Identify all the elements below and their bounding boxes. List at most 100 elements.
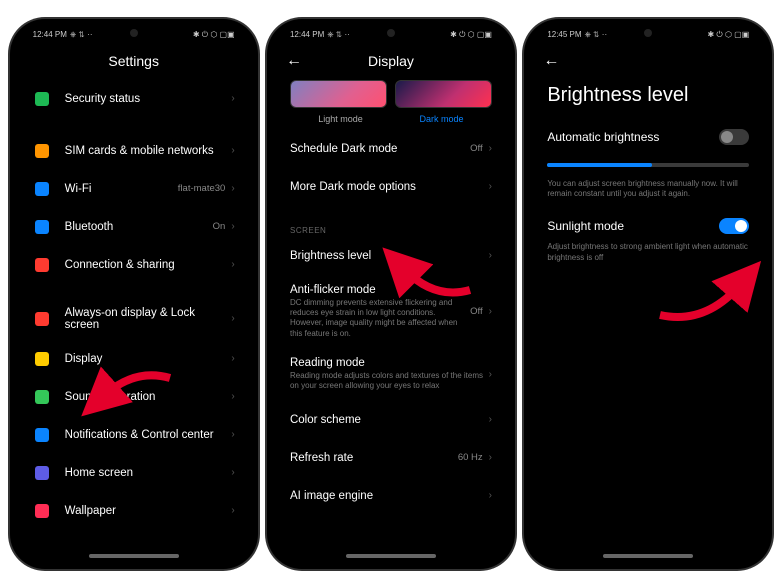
row-label: More Dark mode options <box>290 181 489 193</box>
row-label: Reading mode <box>290 357 489 369</box>
shield-icon <box>33 90 51 108</box>
phone-settings: 12:44 PM⎈ ⇅ ·· ✱ ⏻ ⬡ ▢▣ Settings Securit… <box>10 19 258 569</box>
settings-row-security-status[interactable]: Security status› <box>21 80 247 118</box>
row-label: Security status <box>65 93 232 105</box>
row-desc: DC dimming prevents extensive flickering… <box>290 298 470 340</box>
page-title: Display <box>272 53 510 69</box>
chevron-right-icon: › <box>489 181 492 192</box>
row-label: Schedule Dark mode <box>290 143 470 155</box>
status-left-icons: ⎈ ⇅ ·· <box>70 30 93 40</box>
row-label: SIM cards & mobile networks <box>65 145 232 157</box>
chevron-right-icon: › <box>489 143 492 154</box>
bluetooth-icon <box>33 218 51 236</box>
settings-row-sim-cards-mobile-networks[interactable]: SIM cards & mobile networks› <box>21 132 247 170</box>
chevron-right-icon: › <box>489 490 492 501</box>
display-row-color-scheme[interactable]: Color scheme› <box>278 401 504 439</box>
link-icon <box>33 256 51 274</box>
chevron-right-icon: › <box>231 313 234 324</box>
nav-bar[interactable] <box>603 554 693 558</box>
brightness-slider[interactable] <box>547 163 749 167</box>
phone-brightness: 12:45 PM ⎈ ⇅ ·· ✱ ⏻ ⬡ ▢▣ ← Brightness lev… <box>524 19 772 569</box>
settings-row-wallpaper[interactable]: Wallpaper› <box>21 492 247 530</box>
home-icon <box>33 464 51 482</box>
display-row-more-dark-mode-options[interactable]: More Dark mode options› <box>278 168 504 206</box>
brightness-fill <box>547 163 652 167</box>
status-right-icons: ✱ ⏻ ⬡ ▢▣ <box>708 30 750 40</box>
auto-brightness-label: Automatic brightness <box>547 130 659 144</box>
clock: 12:44 PM <box>33 30 67 39</box>
row-desc: Reading mode adjusts colors and textures… <box>290 371 489 392</box>
settings-row-always-on-display-lock-screen[interactable]: Always-on display & Lock screen› <box>21 298 247 340</box>
sunlight-mode-row[interactable]: Sunlight mode <box>529 210 767 242</box>
row-label: Wallpaper <box>65 505 232 517</box>
chevron-right-icon: › <box>231 353 234 364</box>
row-value: Off <box>470 143 483 154</box>
chevron-right-icon: › <box>489 452 492 463</box>
page-title: Settings <box>15 53 253 69</box>
chevron-right-icon: › <box>231 221 234 232</box>
dark-mode-label[interactable]: Dark mode <box>391 114 492 124</box>
camera-notch <box>387 29 395 37</box>
wifi-icon <box>33 180 51 198</box>
sim-icon <box>33 142 51 160</box>
chevron-right-icon: › <box>231 183 234 194</box>
settings-list[interactable]: Security status›SIM cards & mobile netwo… <box>15 80 253 554</box>
chevron-right-icon: › <box>489 369 492 380</box>
display-row-anti-flicker-mode[interactable]: Anti-flicker modeDC dimming prevents ext… <box>278 275 504 349</box>
row-label: Connection & sharing <box>65 259 232 271</box>
chevron-right-icon: › <box>231 429 234 440</box>
row-label: Wi-Fi <box>65 183 178 195</box>
brightness-caption: You can adjust screen brightness manuall… <box>529 179 767 211</box>
header: Settings <box>15 46 253 80</box>
settings-row-connection-sharing[interactable]: Connection & sharing› <box>21 246 247 284</box>
back-button[interactable]: ← <box>286 52 302 70</box>
display-content[interactable]: Light mode Dark mode Schedule Dark modeO… <box>272 80 510 554</box>
sound-icon <box>33 388 51 406</box>
chevron-right-icon: › <box>231 467 234 478</box>
settings-row-display[interactable]: Display› <box>21 340 247 378</box>
page-title: Brightness level <box>529 80 767 121</box>
chevron-right-icon: › <box>231 93 234 104</box>
nav-bar[interactable] <box>89 554 179 558</box>
theme-thumbs <box>278 80 504 112</box>
settings-row-sound-vibration[interactable]: Sound & vibration› <box>21 378 247 416</box>
row-value: flat-mate30 <box>178 183 226 194</box>
dark-mode-thumb[interactable] <box>395 80 492 108</box>
light-mode-label[interactable]: Light mode <box>290 114 391 124</box>
row-label: Refresh rate <box>290 452 458 464</box>
status-left-icons: ⎈ ⇅ ·· <box>585 30 608 40</box>
row-label: Always-on display & Lock screen <box>65 307 232 331</box>
settings-row-bluetooth[interactable]: BluetoothOn› <box>21 208 247 246</box>
chevron-right-icon: › <box>231 145 234 156</box>
sunlight-caption: Adjust brightness to strong ambient ligh… <box>529 242 767 274</box>
header: ← <box>529 46 767 80</box>
light-mode-thumb[interactable] <box>290 80 387 108</box>
row-value: 60 Hz <box>458 452 483 463</box>
back-button[interactable]: ← <box>543 52 559 70</box>
settings-row-wi-fi[interactable]: Wi-Fiflat-mate30 › <box>21 170 247 208</box>
settings-row-home-screen[interactable]: Home screen› <box>21 454 247 492</box>
wallpaper-icon <box>33 502 51 520</box>
row-label: AI image engine <box>290 490 489 502</box>
row-label: Display <box>65 353 232 365</box>
sunlight-mode-label: Sunlight mode <box>547 219 624 233</box>
section-screen: Screen <box>278 220 504 237</box>
settings-row-notifications-control-center[interactable]: Notifications & Control center› <box>21 416 247 454</box>
display-row-ai-image-engine[interactable]: AI image engine› <box>278 477 504 515</box>
camera-notch <box>130 29 138 37</box>
chevron-right-icon: › <box>231 391 234 402</box>
display-row-reading-mode[interactable]: Reading mode Reading mode adjusts colors … <box>278 348 504 401</box>
row-value: On <box>213 221 226 232</box>
display-row-schedule-dark-mode[interactable]: Schedule Dark modeOff › <box>278 130 504 168</box>
sun-icon <box>33 350 51 368</box>
sunlight-mode-toggle[interactable] <box>719 218 749 234</box>
auto-brightness-toggle[interactable] <box>719 129 749 145</box>
notif-icon <box>33 426 51 444</box>
row-label: Home screen <box>65 467 232 479</box>
display-row-brightness-level[interactable]: Brightness level› <box>278 237 504 275</box>
auto-brightness-row[interactable]: Automatic brightness <box>529 121 767 153</box>
clock: 12:45 PM <box>547 30 581 39</box>
nav-bar[interactable] <box>346 554 436 558</box>
display-row-refresh-rate[interactable]: Refresh rate60 Hz › <box>278 439 504 477</box>
chevron-right-icon: › <box>489 414 492 425</box>
